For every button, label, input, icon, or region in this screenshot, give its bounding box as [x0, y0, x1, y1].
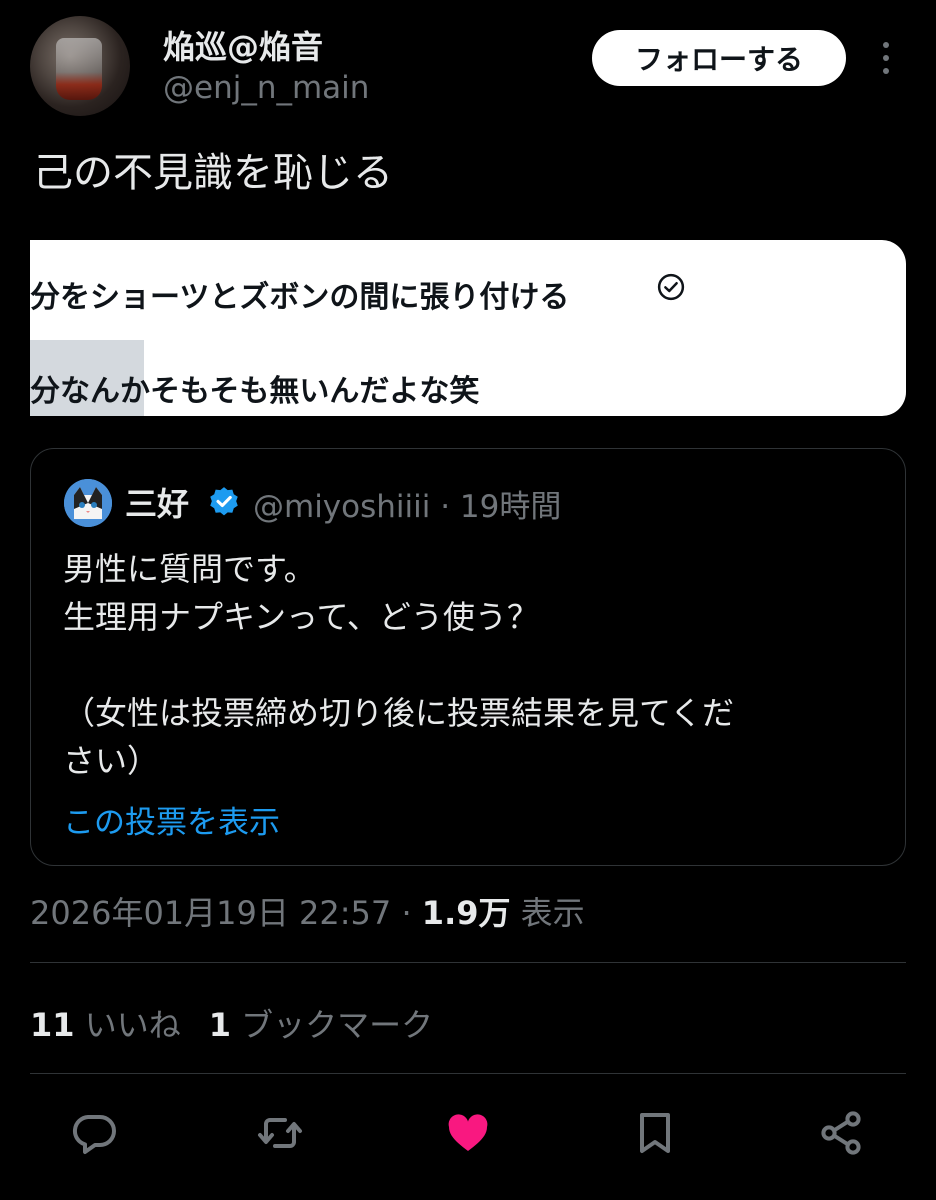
share-button[interactable]	[816, 1108, 866, 1158]
divider	[30, 1073, 906, 1074]
like-icon	[448, 1114, 488, 1151]
share-icon	[821, 1111, 861, 1155]
divider	[30, 962, 906, 963]
tweet-text: 己の不見識を恥じる	[33, 150, 393, 196]
author-display-name[interactable]: 焔巡@焔音	[163, 22, 323, 68]
views-count: 1.9万	[421, 894, 511, 932]
like-button[interactable]	[443, 1108, 493, 1158]
author-handle[interactable]: @enj_n_main	[163, 70, 369, 106]
reply-icon	[72, 1115, 116, 1154]
retweet-icon	[258, 1118, 302, 1148]
bookmark-button[interactable]	[630, 1108, 680, 1158]
retweet-button[interactable]	[255, 1108, 305, 1158]
quote-body: 男性に質問です。 生理用ナプキンって、どう使う？ （女性は投票締め切り後に投票結…	[63, 550, 735, 780]
bookmarks-count[interactable]: 1	[209, 1006, 231, 1044]
quote-avatar[interactable]	[64, 479, 112, 527]
image-text-line-1: 分をショーツとズボンの間に張り付ける	[30, 280, 570, 315]
check-circle-icon	[657, 273, 685, 301]
tweet-datetime: 2026年01月19日 22:57 ·	[30, 894, 422, 932]
likes-count[interactable]: 11	[30, 1006, 75, 1044]
quote-card[interactable]: 三好 @miyoshiiii · 19時間 男性に質問です。 生理用ナプキンって…	[30, 448, 906, 866]
tweet-meta: 2026年01月19日 22:57 · 1.9万 表示	[30, 888, 585, 934]
reply-button[interactable]	[69, 1108, 119, 1158]
more-icon[interactable]	[872, 38, 900, 78]
likes-label[interactable]: いいね	[75, 1006, 181, 1044]
tweet-image[interactable]: 分をショーツとズボンの間に張り付ける 分なんかそもそも無いんだよな笑	[30, 240, 906, 416]
cat-avatar-icon	[64, 479, 112, 527]
follow-button[interactable]: フォローする	[592, 30, 846, 86]
verified-icon	[210, 487, 238, 516]
image-text-line-2: 分なんかそもそも無いんだよな笑	[30, 374, 480, 409]
quote-handle-time: @miyoshiiii · 19時間	[253, 489, 562, 525]
author-avatar[interactable]	[30, 16, 130, 116]
quote-author-name[interactable]: 三好	[125, 479, 189, 525]
tweet-stats: 11 いいね 1 ブックマーク	[30, 1000, 433, 1046]
view-poll-link[interactable]: この投票を表示	[63, 797, 280, 842]
views-label: 表示	[510, 894, 585, 932]
bookmark-icon	[640, 1113, 670, 1153]
bookmarks-label[interactable]: ブックマーク	[231, 1006, 433, 1044]
